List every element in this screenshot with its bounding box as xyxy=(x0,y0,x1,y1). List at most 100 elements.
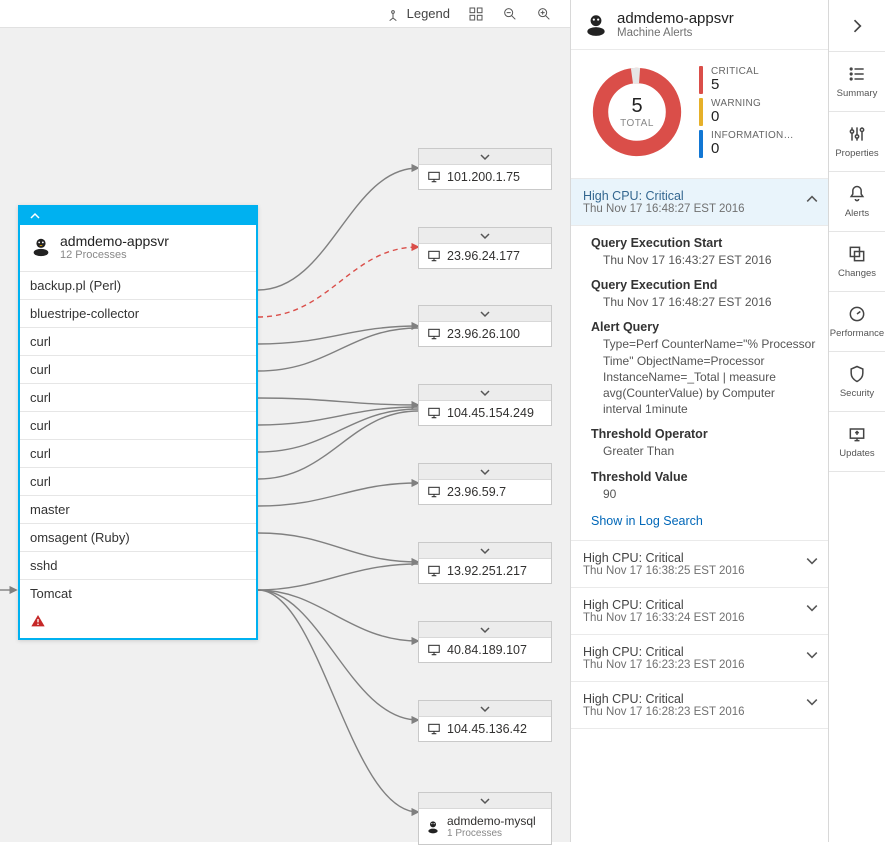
copy-icon xyxy=(847,244,867,264)
fit-icon[interactable] xyxy=(468,6,484,22)
legend-button[interactable]: Legend xyxy=(385,6,450,22)
machine-mysql[interactable]: admdemo-mysql 1 Processes xyxy=(418,792,552,845)
tab-alerts[interactable]: Alerts xyxy=(829,172,885,232)
alert-triangle-icon xyxy=(30,613,46,629)
expand-bar[interactable] xyxy=(419,306,551,322)
process-row[interactable]: bluestripe-collector xyxy=(20,300,256,328)
remote-node[interactable]: 23.96.24.177 xyxy=(418,227,552,269)
panel-title: admdemo-appsvr xyxy=(617,10,734,27)
remote-node[interactable]: 40.84.189.107 xyxy=(418,621,552,663)
machine-process-count: 1 Processes xyxy=(447,828,536,839)
process-row[interactable]: curl xyxy=(20,468,256,496)
expand-bar[interactable] xyxy=(419,149,551,165)
process-row[interactable]: curl xyxy=(20,412,256,440)
top-value: Greater Than xyxy=(591,441,816,463)
tab-security[interactable]: Security xyxy=(829,352,885,412)
chevron-down-icon xyxy=(480,388,490,398)
alert-item[interactable]: High CPU: CriticalThu Nov 17 16:28:23 ES… xyxy=(571,682,828,729)
alert-date: Thu Nov 17 16:23:23 EST 2016 xyxy=(583,659,816,671)
process-row[interactable]: Tomcat xyxy=(20,580,256,607)
legend-icon xyxy=(385,6,401,22)
process-row[interactable]: curl xyxy=(20,356,256,384)
tab-label: Performance xyxy=(830,328,884,339)
process-row[interactable]: curl xyxy=(20,384,256,412)
expand-bar[interactable] xyxy=(419,793,551,809)
chevron-down-icon xyxy=(480,152,490,162)
updates-icon xyxy=(847,424,867,444)
linux-icon xyxy=(425,819,441,835)
panel-header: admdemo-appsvr Machine Alerts xyxy=(571,0,828,50)
process-row[interactable]: master xyxy=(20,496,256,524)
tab-label: Security xyxy=(840,388,874,399)
alert-item[interactable]: High CPU: CriticalThu Nov 17 16:33:24 ES… xyxy=(571,588,828,635)
machine-name: admdemo-appsvr xyxy=(60,233,169,249)
monitor-icon xyxy=(427,643,441,657)
remote-node[interactable]: 13.92.251.217 xyxy=(418,542,552,584)
zoom-out-icon[interactable] xyxy=(502,6,518,22)
tab-changes[interactable]: Changes xyxy=(829,232,885,292)
expand-bar[interactable] xyxy=(419,228,551,244)
expand-bar[interactable] xyxy=(419,385,551,401)
ip-label: 104.45.136.42 xyxy=(447,722,527,736)
gauge-icon xyxy=(847,304,867,324)
chevron-down-icon xyxy=(480,467,490,477)
tval-value: 90 xyxy=(591,484,816,506)
remote-node[interactable]: 23.96.26.100 xyxy=(418,305,552,347)
severity-label: INFORMATION… xyxy=(711,130,794,141)
sliders-icon xyxy=(847,124,867,144)
alert-details: Query Execution Start Thu Nov 17 16:43:2… xyxy=(571,226,828,541)
tval-label: Threshold Value xyxy=(591,470,816,484)
zoom-in-icon[interactable] xyxy=(536,6,552,22)
machine-title-row: admdemo-appsvr 12 Processes xyxy=(20,225,256,272)
show-in-log-search-link[interactable]: Show in Log Search xyxy=(591,514,703,528)
expand-bar[interactable] xyxy=(419,701,551,717)
tab-label: Updates xyxy=(839,448,874,459)
process-row[interactable]: sshd xyxy=(20,552,256,580)
alert-donut: 5 TOTAL xyxy=(589,64,685,160)
list-icon xyxy=(847,64,867,84)
alert-item[interactable]: High CPU: CriticalThu Nov 17 16:38:25 ES… xyxy=(571,541,828,588)
alert-item[interactable]: High CPU: CriticalThu Nov 17 16:23:23 ES… xyxy=(571,635,828,682)
tab-summary[interactable]: Summary xyxy=(829,52,885,112)
total-count: 5 xyxy=(631,95,642,118)
tab-performance[interactable]: Performance xyxy=(829,292,885,352)
tab-updates[interactable]: Updates xyxy=(829,412,885,472)
alert-item-expanded[interactable]: High CPU: Critical Thu Nov 17 16:48:27 E… xyxy=(571,179,828,226)
linux-icon xyxy=(583,12,609,38)
expand-bar[interactable] xyxy=(419,543,551,559)
chevron-down-icon xyxy=(480,546,490,556)
process-row[interactable]: curl xyxy=(20,328,256,356)
ip-label: 101.200.1.75 xyxy=(447,170,520,184)
alert-date: Thu Nov 17 16:38:25 EST 2016 xyxy=(583,565,816,577)
remote-node[interactable]: 101.200.1.75 xyxy=(418,148,552,190)
qes-value: Thu Nov 17 16:43:27 EST 2016 xyxy=(591,250,816,272)
alert-title: High CPU: Critical xyxy=(583,551,816,565)
collapse-bar[interactable] xyxy=(20,207,256,225)
process-row[interactable]: omsagent (Ruby) xyxy=(20,524,256,552)
monitor-icon xyxy=(427,485,441,499)
process-row[interactable]: curl xyxy=(20,440,256,468)
severity-row: INFORMATION…0 xyxy=(699,130,794,158)
canvas-toolbar: Legend xyxy=(0,0,570,28)
process-row[interactable]: backup.pl (Perl) xyxy=(20,272,256,300)
machine-appsvr[interactable]: admdemo-appsvr 12 Processes backup.pl (P… xyxy=(18,205,258,640)
alert-title: High CPU: Critical xyxy=(583,598,816,612)
remote-node[interactable]: 23.96.59.7 xyxy=(418,463,552,505)
expand-bar[interactable] xyxy=(419,622,551,638)
expand-bar[interactable] xyxy=(419,464,551,480)
chevron-down-icon xyxy=(806,696,818,708)
remote-node[interactable]: 104.45.136.42 xyxy=(418,700,552,742)
tab-properties[interactable]: Properties xyxy=(829,112,885,172)
chevron-up-icon xyxy=(30,211,40,221)
severity-value: 5 xyxy=(711,77,759,92)
aq-value: Type=Perf CounterName="% Processor Time"… xyxy=(591,334,816,421)
tab-label: Changes xyxy=(838,268,876,279)
collapse-panel-button[interactable] xyxy=(829,0,885,52)
qee-value: Thu Nov 17 16:48:27 EST 2016 xyxy=(591,292,816,314)
total-label: TOTAL xyxy=(620,118,654,129)
dependency-map-canvas[interactable]: Legend admdemo-appsvr 12 Processes backu… xyxy=(0,0,570,842)
machine-alert-footer[interactable] xyxy=(20,607,256,638)
chevron-right-icon xyxy=(847,16,867,36)
chevron-up-icon xyxy=(806,193,818,205)
remote-node[interactable]: 104.45.154.249 xyxy=(418,384,552,426)
